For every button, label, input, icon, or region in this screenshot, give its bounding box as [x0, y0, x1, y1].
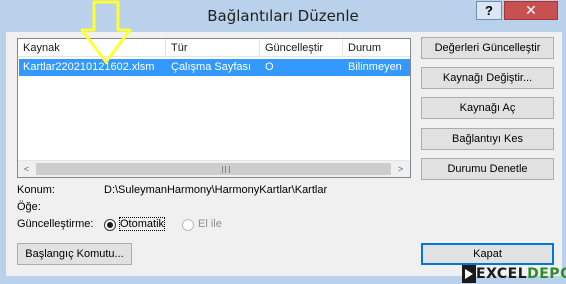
- close-window-button[interactable]: ✕: [504, 1, 558, 20]
- check-status-button[interactable]: Durumu Denetle: [421, 158, 554, 180]
- horizontal-scrollbar[interactable]: < >: [18, 160, 410, 177]
- links-list[interactable]: Kaynak Tür Güncelleştir Durum Kartlar220…: [17, 38, 411, 178]
- update-mode-label: Güncelleştirme:: [17, 218, 94, 230]
- break-link-label: Bağlantıyı Kes: [452, 133, 523, 145]
- table-row[interactable]: Kartlar220210121602.xlsm Çalışma Sayfası…: [19, 59, 410, 76]
- update-values-label: Değerleri Güncelleştir: [434, 42, 541, 54]
- row-update-cell: O: [265, 61, 274, 73]
- update-values-button[interactable]: Değerleri Güncelleştir: [421, 37, 554, 59]
- dialog-client: Kaynak Tür Güncelleştir Durum Kartlar220…: [6, 32, 562, 276]
- radio-manual-label[interactable]: El ile: [198, 218, 222, 230]
- startup-prompt-label: Başlangıç Komutu...: [25, 248, 124, 260]
- logo-text-depo: DEPO: [527, 266, 566, 282]
- radio-manual[interactable]: [182, 219, 194, 231]
- location-value: D:\SuleymanHarmony\HarmonyKartlar\Kartla…: [104, 184, 328, 196]
- scroll-left-icon[interactable]: <: [18, 161, 35, 177]
- logo-mark-icon: [462, 265, 476, 283]
- radio-automatic-label[interactable]: Otomatik: [118, 217, 166, 231]
- open-source-label: Kaynağı Aç: [459, 102, 516, 114]
- column-header-status[interactable]: Durum: [343, 39, 410, 57]
- row-type-cell: Çalışma Sayfası: [171, 61, 252, 73]
- check-status-label: Durumu Denetle: [447, 163, 528, 175]
- logo-text: EXCELDEPO: [476, 266, 566, 282]
- open-source-button[interactable]: Kaynağı Aç: [421, 97, 554, 119]
- close-button[interactable]: Kapat: [421, 243, 554, 265]
- radio-automatic[interactable]: [104, 219, 116, 231]
- scrollbar-thumb[interactable]: [36, 163, 391, 175]
- item-label: Öğe:: [17, 201, 41, 213]
- column-header-type[interactable]: Tür: [166, 39, 260, 57]
- startup-prompt-button[interactable]: Başlangıç Komutu...: [17, 243, 132, 265]
- excel-depo-logo: EXCELDEPO: [462, 264, 566, 284]
- scroll-right-icon[interactable]: >: [392, 161, 409, 177]
- row-status-cell: Bilinmeyen: [348, 61, 402, 73]
- scrollbar-grip-icon: [222, 166, 230, 173]
- location-label: Konum:: [17, 184, 55, 196]
- close-button-label: Kapat: [473, 248, 502, 260]
- annotation-arrow-icon: [80, 0, 132, 64]
- column-header-update[interactable]: Güncelleştir: [260, 39, 343, 57]
- help-button[interactable]: ?: [476, 1, 502, 20]
- logo-text-excel: EXCEL: [476, 266, 528, 282]
- change-source-label: Kaynağı Değiştir...: [442, 72, 533, 84]
- change-source-button[interactable]: Kaynağı Değiştir...: [421, 67, 554, 89]
- links-list-header: Kaynak Tür Güncelleştir Durum: [18, 39, 410, 57]
- break-link-button[interactable]: Bağlantıyı Kes: [421, 128, 554, 150]
